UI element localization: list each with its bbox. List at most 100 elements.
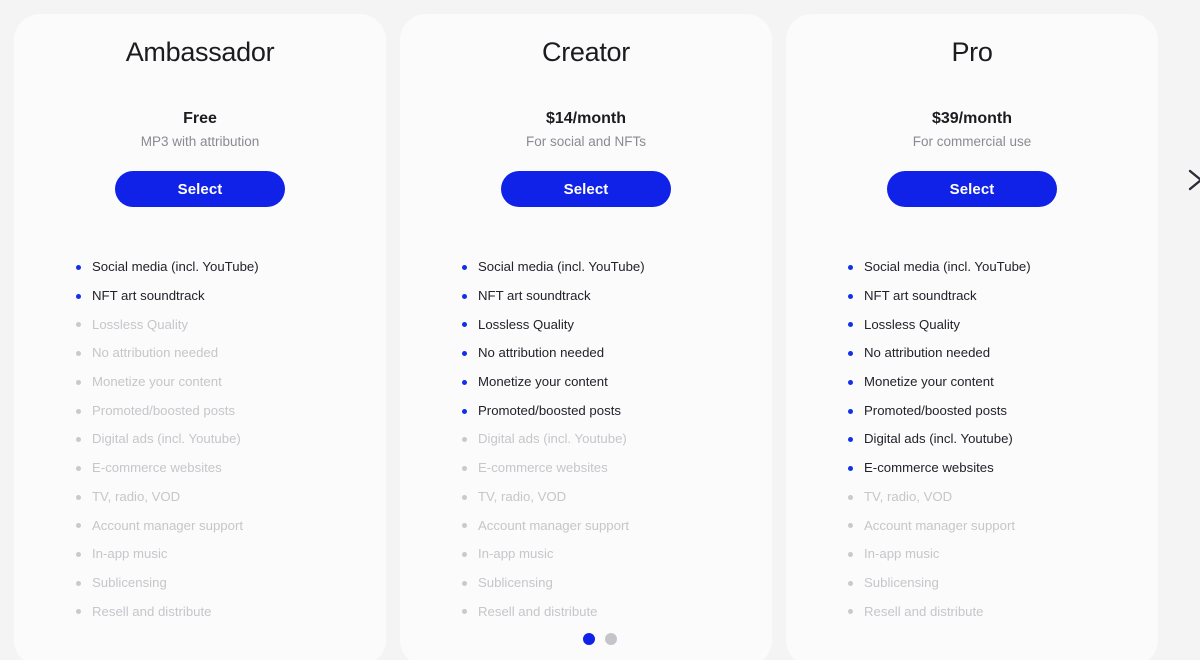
feature-label: TV, radio, VOD bbox=[478, 488, 567, 504]
feature-item: Social media (incl. YouTube) bbox=[462, 253, 772, 282]
bullet-excluded-icon bbox=[848, 551, 853, 557]
feature-item: TV, radio, VOD bbox=[848, 483, 1158, 512]
bullet-excluded-icon bbox=[848, 494, 853, 500]
select-plan-button[interactable]: Select bbox=[115, 171, 285, 208]
feature-item: No attribution needed bbox=[76, 339, 386, 368]
plan-card: Ambassador Free MP3 with attribution Select… bbox=[14, 14, 386, 660]
feature-label: Social media (incl. YouTube) bbox=[864, 259, 1031, 275]
feature-label: Resell and distribute bbox=[92, 603, 212, 619]
feature-label: Digital ads (incl. Youtube) bbox=[864, 431, 1013, 447]
feature-label: Digital ads (incl. Youtube) bbox=[478, 431, 627, 447]
feature-item: Lossless Quality bbox=[848, 311, 1158, 340]
feature-label: Account manager support bbox=[864, 517, 1016, 533]
bullet-excluded-icon bbox=[76, 580, 81, 586]
plan-price: Free bbox=[183, 110, 217, 128]
bullet-included-icon bbox=[462, 379, 467, 385]
select-plan-button[interactable]: Select bbox=[887, 171, 1057, 208]
feature-label: Monetize your content bbox=[92, 374, 222, 390]
feature-item: Monetize your content bbox=[848, 368, 1158, 397]
feature-item: Promoted/boosted posts bbox=[848, 397, 1158, 426]
carousel-dot[interactable] bbox=[583, 633, 595, 645]
feature-item: Account manager support bbox=[76, 511, 386, 540]
bullet-excluded-icon bbox=[462, 551, 467, 557]
bullet-included-icon bbox=[848, 322, 853, 328]
feature-item: TV, radio, VOD bbox=[462, 483, 772, 512]
feature-label: TV, radio, VOD bbox=[864, 488, 953, 504]
feature-item: No attribution needed bbox=[848, 339, 1158, 368]
feature-label: NFT art soundtrack bbox=[92, 288, 205, 304]
bullet-included-icon bbox=[848, 293, 853, 299]
plan-caption: MP3 with attribution bbox=[140, 133, 260, 149]
feature-item: E-commerce websites bbox=[462, 454, 772, 483]
bullet-excluded-icon bbox=[462, 523, 467, 529]
bullet-excluded-icon bbox=[76, 465, 81, 471]
feature-label: Sublicensing bbox=[478, 574, 553, 590]
bullet-excluded-icon bbox=[76, 609, 81, 615]
bullet-excluded-icon bbox=[848, 523, 853, 529]
feature-item: Sublicensing bbox=[76, 569, 386, 598]
feature-item: Monetize your content bbox=[76, 368, 386, 397]
select-plan-button[interactable]: Select bbox=[501, 171, 671, 208]
bullet-included-icon bbox=[462, 322, 467, 328]
feature-item: Account manager support bbox=[848, 511, 1158, 540]
feature-item: In-app music bbox=[76, 540, 386, 569]
feature-label: Lossless Quality bbox=[864, 316, 961, 332]
plan-price-block: $14/month For social and NFTs bbox=[526, 108, 646, 152]
feature-label: E-commerce websites bbox=[478, 460, 608, 476]
plan-card: Pro $39/month For commercial use Select Soci… bbox=[786, 14, 1158, 660]
bullet-excluded-icon bbox=[76, 551, 81, 557]
plan-caption: For social and NFTs bbox=[525, 133, 647, 149]
feature-item: Lossless Quality bbox=[462, 311, 772, 340]
feature-item: In-app music bbox=[848, 540, 1158, 569]
bullet-included-icon bbox=[848, 437, 853, 443]
bullet-excluded-icon bbox=[76, 351, 81, 357]
carousel-dot[interactable] bbox=[605, 633, 617, 645]
bullet-included-icon bbox=[848, 265, 853, 271]
feature-item: Resell and distribute bbox=[848, 597, 1158, 626]
feature-item: Sublicensing bbox=[462, 569, 772, 598]
bullet-excluded-icon bbox=[76, 494, 81, 500]
plan-title: Pro bbox=[951, 37, 993, 67]
plan-feature-list: Social media (incl. YouTube) NFT art soun… bbox=[400, 253, 772, 626]
plan-price-block: $39/month For commercial use bbox=[913, 108, 1032, 152]
feature-item: Social media (incl. YouTube) bbox=[76, 253, 386, 282]
plan-price: $14/month bbox=[545, 110, 626, 128]
feature-label: Social media (incl. YouTube) bbox=[92, 259, 259, 275]
feature-item: Resell and distribute bbox=[76, 597, 386, 626]
bullet-excluded-icon bbox=[848, 580, 853, 586]
feature-label: E-commerce websites bbox=[92, 460, 222, 476]
feature-item: E-commerce websites bbox=[848, 454, 1158, 483]
feature-label: Lossless Quality bbox=[92, 316, 189, 332]
bullet-included-icon bbox=[848, 408, 853, 414]
feature-item: Resell and distribute bbox=[462, 597, 772, 626]
feature-label: NFT art soundtrack bbox=[864, 288, 977, 304]
feature-label: Monetize your content bbox=[864, 374, 994, 390]
feature-item: Lossless Quality bbox=[76, 311, 386, 340]
feature-label: Social media (incl. YouTube) bbox=[478, 259, 645, 275]
feature-item: NFT art soundtrack bbox=[76, 282, 386, 311]
feature-item: Digital ads (incl. Youtube) bbox=[76, 425, 386, 454]
feature-label: NFT art soundtrack bbox=[478, 288, 591, 304]
feature-label: Lossless Quality bbox=[478, 316, 575, 332]
bullet-excluded-icon bbox=[76, 322, 81, 328]
feature-item: No attribution needed bbox=[462, 339, 772, 368]
bullet-excluded-icon bbox=[848, 609, 853, 615]
feature-item: Digital ads (incl. Youtube) bbox=[462, 425, 772, 454]
carousel-next-button[interactable] bbox=[1184, 167, 1200, 193]
plan-title: Creator bbox=[542, 37, 630, 67]
feature-label: Resell and distribute bbox=[864, 603, 984, 619]
feature-label: Sublicensing bbox=[92, 574, 167, 590]
bullet-included-icon bbox=[848, 351, 853, 357]
feature-label: Account manager support bbox=[92, 517, 244, 533]
feature-label: E-commerce websites bbox=[864, 460, 994, 476]
plan-price-block: Free MP3 with attribution bbox=[141, 108, 260, 152]
feature-item: Account manager support bbox=[462, 511, 772, 540]
feature-label: Account manager support bbox=[478, 517, 630, 533]
feature-item: NFT art soundtrack bbox=[462, 282, 772, 311]
feature-label: Digital ads (incl. Youtube) bbox=[92, 431, 241, 447]
plan-feature-list: Social media (incl. YouTube) NFT art soun… bbox=[786, 253, 1158, 626]
feature-label: Promoted/boosted posts bbox=[92, 402, 235, 418]
bullet-excluded-icon bbox=[462, 609, 467, 615]
bullet-included-icon bbox=[462, 265, 467, 271]
feature-label: TV, radio, VOD bbox=[92, 488, 181, 504]
